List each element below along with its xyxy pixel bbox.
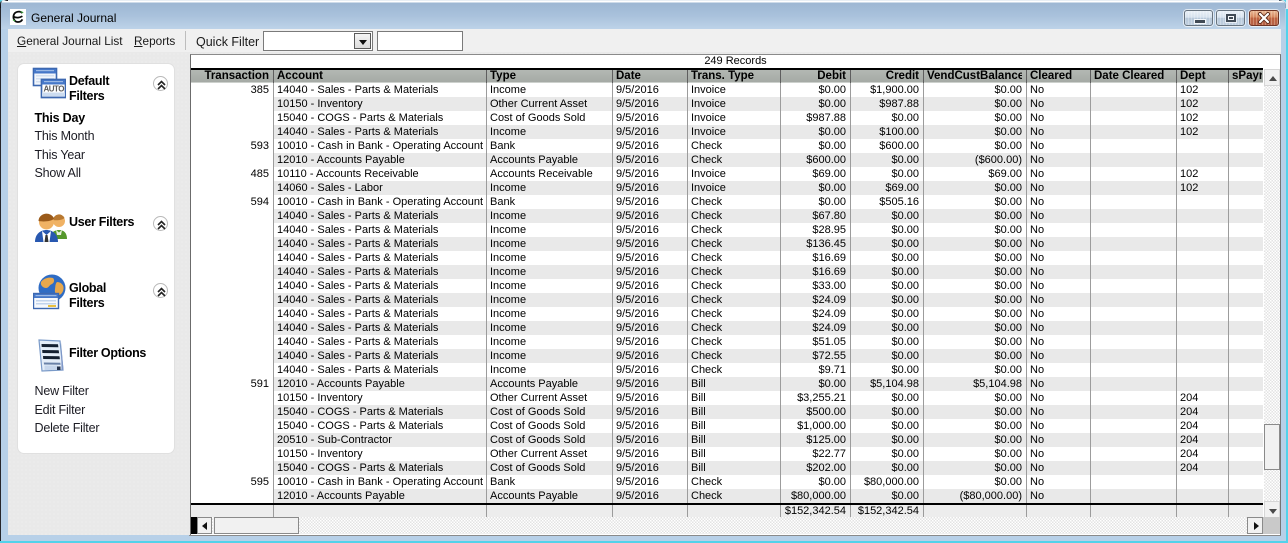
svg-text:AUTO: AUTO bbox=[44, 85, 65, 94]
